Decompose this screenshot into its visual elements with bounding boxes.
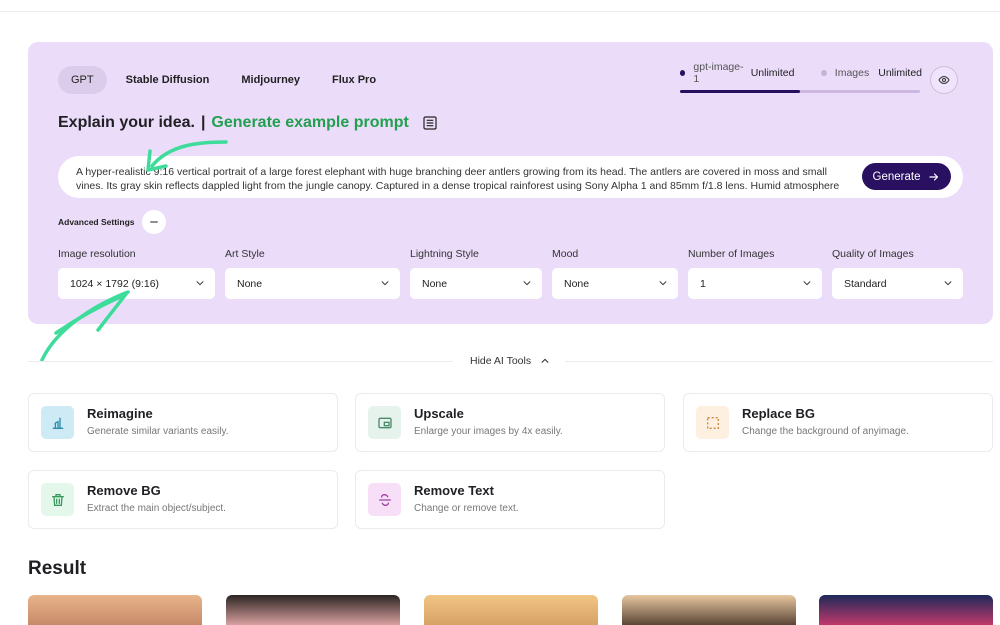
tool-card-upscale[interactable]: Upscale Enlarge your images by 4x easily… [355,393,665,452]
chevron-down-icon [803,281,811,286]
number-of-images-select[interactable]: 1 [688,268,822,299]
reimagine-icon [41,406,74,439]
quality-of-images-value: Standard [844,277,887,290]
number-of-images-label: Number of Images [688,248,775,260]
tab-flux-pro[interactable]: Flux Pro [319,66,389,94]
model-dot-icon [680,70,686,76]
tool-title: Reimagine [87,406,153,421]
model-name: gpt-image-1 [693,61,744,85]
lightning-style-value: None [422,277,448,290]
chevron-down-icon [196,281,204,286]
preview-toggle-button[interactable] [930,66,958,94]
tool-description: Change or remove text. [414,503,519,514]
model-quota: Unlimited [750,67,795,79]
hide-ai-tools-toggle[interactable]: Hide AI Tools [470,355,550,367]
mood-value: None [564,277,590,290]
tool-description: Generate similar variants easily. [87,426,229,437]
number-of-images-value: 1 [700,277,706,290]
images-label: Images [834,67,870,79]
strikethrough-icon [368,483,401,516]
tool-title: Remove Text [414,483,494,498]
result-heading: Result [28,558,87,579]
result-thumbnail[interactable] [622,595,796,625]
advanced-settings-label: Advanced Settings [58,217,135,227]
chevron-up-icon [541,358,549,363]
tool-title: Remove BG [87,483,161,498]
image-resolution-label: Image resolution [58,248,136,260]
eye-icon [938,75,950,85]
chevron-down-icon [381,281,389,286]
upscale-icon [368,406,401,439]
advanced-settings-collapse-button[interactable] [141,210,166,234]
quality-of-images-label: Quality of Images [832,248,914,260]
quality-of-images-select[interactable]: Standard [832,268,963,299]
top-divider [0,11,1000,12]
usage-progress-fill [680,90,800,93]
replace-bg-icon [696,406,729,439]
lightning-style-select[interactable]: None [410,268,542,299]
result-thumbnail[interactable] [28,595,202,625]
tool-card-replace-bg[interactable]: Replace BG Change the background of anyi… [683,393,993,452]
art-style-label: Art Style [225,248,265,260]
minus-icon [149,221,158,223]
model-tabs: GPT Stable Diffusion Midjourney Flux Pro [58,66,389,94]
tool-title: Upscale [414,406,464,421]
tool-description: Enlarge your images by 4x easily. [414,426,563,437]
lightning-style-label: Lightning Style [410,248,479,260]
result-thumbnail[interactable] [424,595,598,625]
image-resolution-select[interactable]: 1024 × 1792 (9:16) [58,268,215,299]
usage-indicator: gpt-image-1 Unlimited Images Unlimited [680,61,922,93]
generator-panel: GPT Stable Diffusion Midjourney Flux Pro… [28,42,993,324]
tool-description: Change the background of anyimage. [742,426,909,437]
hide-ai-tools-label: Hide AI Tools [470,355,532,367]
art-style-value: None [237,277,263,290]
prompt-text[interactable]: A hyper-realistic 9:16 vertical portrait… [76,165,853,193]
chevron-down-icon [523,281,531,286]
tab-midjourney[interactable]: Midjourney [228,66,313,94]
prompt-input[interactable]: A hyper-realistic 9:16 vertical portrait… [58,156,963,198]
headline-title: Explain your idea. [58,114,195,131]
generate-label: Generate [872,170,921,183]
tool-card-remove-text[interactable]: Remove Text Change or remove text. [355,470,665,529]
tab-stable-diffusion[interactable]: Stable Diffusion [113,66,223,94]
prompt-headline: Explain your idea. | Generate example pr… [58,114,438,132]
images-dot-icon [821,70,827,76]
tool-card-remove-bg[interactable]: Remove BG Extract the main object/subjec… [28,470,338,529]
advanced-settings: Advanced Settings [58,210,166,234]
result-thumbnail[interactable] [819,595,993,625]
tool-card-reimagine[interactable]: Reimagine Generate similar variants easi… [28,393,338,452]
tools-divider-left [28,361,453,362]
generate-button[interactable]: Generate [862,163,951,190]
arrow-right-icon [929,172,939,181]
result-thumbnail[interactable] [226,595,400,625]
generate-example-prompt-link[interactable]: Generate example prompt [211,114,408,132]
chevron-down-icon [944,281,952,286]
mood-select[interactable]: None [552,268,678,299]
tool-title: Replace BG [742,406,815,421]
trash-icon [41,483,74,516]
images-quota: Unlimited [878,67,922,79]
headline-separator: | [200,114,206,131]
image-resolution-value: 1024 × 1792 (9:16) [70,277,160,290]
art-style-select[interactable]: None [225,268,400,299]
chevron-down-icon [659,281,667,286]
tool-description: Extract the main object/subject. [87,503,226,514]
tab-gpt[interactable]: GPT [58,66,107,94]
mood-label: Mood [552,248,579,260]
document-list-icon[interactable] [422,115,438,131]
tools-divider-right [565,361,993,362]
usage-progress-bar [680,90,920,93]
